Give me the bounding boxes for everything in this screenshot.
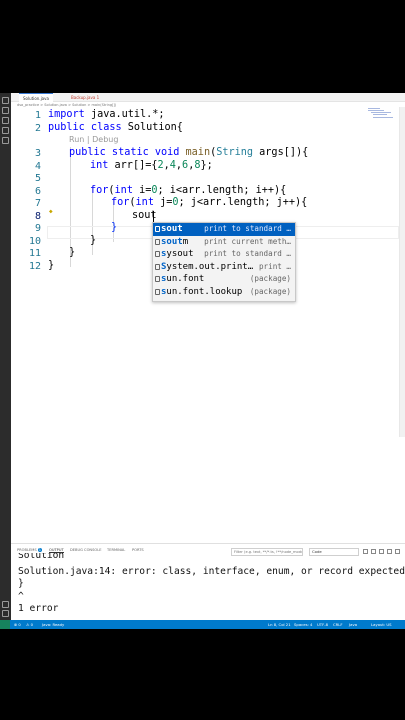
line-number: 6: [34, 186, 41, 197]
line-number: 8: [34, 211, 41, 222]
output-filter-input[interactable]: [231, 548, 303, 556]
suggestion-item[interactable]: sun.font.lookup (package): [153, 286, 295, 299]
lock-icon[interactable]: [371, 549, 376, 554]
line-number: 5: [34, 173, 41, 184]
panel-tab-bar: PROBLEMS 1 OUTPUT DEBUG CONSOLE TERMINAL…: [11, 544, 405, 558]
code-line-12[interactable]: }: [48, 260, 54, 271]
line-number: 3: [34, 148, 41, 159]
suggestion-item[interactable]: soutm print current meth…: [153, 236, 295, 249]
line-number: 7: [34, 198, 41, 209]
remote-indicator[interactable]: [0, 620, 10, 629]
code-line-3[interactable]: public static void main(String args[]){: [69, 147, 308, 158]
code-line-4[interactable]: int arr[]={2,4,6,8};: [90, 160, 213, 171]
output-line: }: [18, 578, 24, 589]
package-icon: [155, 288, 160, 295]
editor-tab-bar: Solution.java Backup.java 1: [11, 93, 405, 102]
code-line-1[interactable]: import java.util.*;: [48, 109, 165, 120]
code-editor[interactable]: 1 2 3 4 5 6 7 8 9 10 11 12 import java.u…: [11, 109, 399, 529]
activity-bar: [0, 93, 11, 629]
suggestion-item[interactable]: sout print to standard …: [153, 223, 295, 236]
text-cursor: [153, 211, 154, 222]
indentation-status[interactable]: Spaces: 4: [294, 620, 312, 629]
settings-gear-icon[interactable]: [2, 610, 9, 617]
suggestion-item[interactable]: System.out.print… print …: [153, 261, 295, 274]
eol-status[interactable]: CRLF: [333, 620, 343, 629]
tab-label: Backup.java 1: [71, 95, 100, 100]
line-number: 11: [28, 248, 41, 259]
line-number: 2: [34, 123, 41, 134]
code-line-10[interactable]: }: [90, 235, 96, 246]
code-line-9[interactable]: }: [111, 222, 117, 233]
snippet-icon: [155, 263, 160, 270]
suggestion-widget[interactable]: sout print to standard … soutm print cur…: [152, 222, 296, 302]
tab-problems[interactable]: PROBLEMS 1: [17, 548, 43, 552]
run-debug-icon[interactable]: [2, 127, 9, 134]
list-icon[interactable]: [363, 549, 368, 554]
layout-status[interactable]: Layout: US: [371, 620, 392, 629]
encoding-status[interactable]: UTF-8: [317, 620, 328, 629]
tab-label: Solution.java: [23, 96, 49, 101]
snippet-icon: [155, 238, 160, 245]
java-status[interactable]: Java: Ready: [42, 620, 64, 629]
code-line-7[interactable]: for(int j=0; j<arr.length; j++){: [111, 197, 307, 208]
language-status[interactable]: Java: [349, 620, 357, 629]
line-number: 12: [28, 261, 41, 272]
output-line: ^: [18, 591, 24, 602]
tab-ports[interactable]: PORTS: [132, 548, 144, 552]
tab-debug-console[interactable]: DEBUG CONSOLE: [70, 548, 101, 552]
code-line-6[interactable]: for(int i=0; i<arr.length; i++){: [90, 185, 286, 196]
account-icon[interactable]: [2, 601, 9, 608]
source-control-icon[interactable]: [2, 117, 9, 124]
vscode-window: Solution.java Backup.java 1 dsa_practice…: [0, 93, 405, 629]
close-panel-icon[interactable]: [395, 549, 400, 554]
explorer-icon[interactable]: [2, 97, 9, 104]
package-icon: [155, 276, 160, 283]
breadcrumb[interactable]: dsa_practice > Solution.java > Solution …: [17, 102, 116, 109]
suggestion-item[interactable]: sysout print to standard …: [153, 248, 295, 261]
tab-terminal[interactable]: TERMINAL: [107, 548, 125, 552]
line-number: 1: [34, 110, 41, 121]
code-line-2[interactable]: public class Solution{: [48, 122, 183, 133]
line-number: 4: [34, 161, 41, 172]
output-line: Solution: [18, 553, 65, 561]
suggestion-item[interactable]: sun.font (package): [153, 273, 295, 286]
editor-scrollbar[interactable]: [399, 107, 405, 437]
errors-status[interactable]: ⊗ 0: [14, 620, 21, 629]
output-line: 1 error: [18, 603, 59, 614]
cursor-position[interactable]: Ln 8, Col 21: [268, 620, 291, 629]
clear-output-icon[interactable]: [379, 549, 384, 554]
extensions-icon[interactable]: [2, 137, 9, 144]
tab-solution-java[interactable]: Solution.java: [19, 93, 53, 102]
search-icon[interactable]: [2, 107, 9, 114]
snippet-icon: [155, 226, 160, 232]
bottom-panel: PROBLEMS 1 OUTPUT DEBUG CONSOLE TERMINAL…: [11, 543, 405, 629]
problems-count-badge: 1: [37, 548, 43, 552]
tab-backup-java[interactable]: Backup.java 1: [67, 93, 103, 102]
code-lens-run-debug[interactable]: Run | Debug: [69, 135, 118, 144]
line-number: 10: [28, 236, 41, 247]
output-channel-select[interactable]: Code: [309, 548, 359, 556]
output-line: Solution.java:14: error: class, interfac…: [18, 566, 405, 577]
code-line-11[interactable]: }: [69, 247, 75, 258]
status-bar: ⊗ 0 ⚠ 0 Java: Ready Ln 8, Col 21 Spaces:…: [0, 620, 405, 629]
maximize-panel-icon[interactable]: [387, 549, 392, 554]
warnings-status[interactable]: ⚠ 0: [26, 620, 33, 629]
snippet-icon: [155, 251, 160, 258]
line-number: 9: [34, 223, 41, 234]
lightbulb-icon[interactable]: ◆: [49, 208, 53, 215]
